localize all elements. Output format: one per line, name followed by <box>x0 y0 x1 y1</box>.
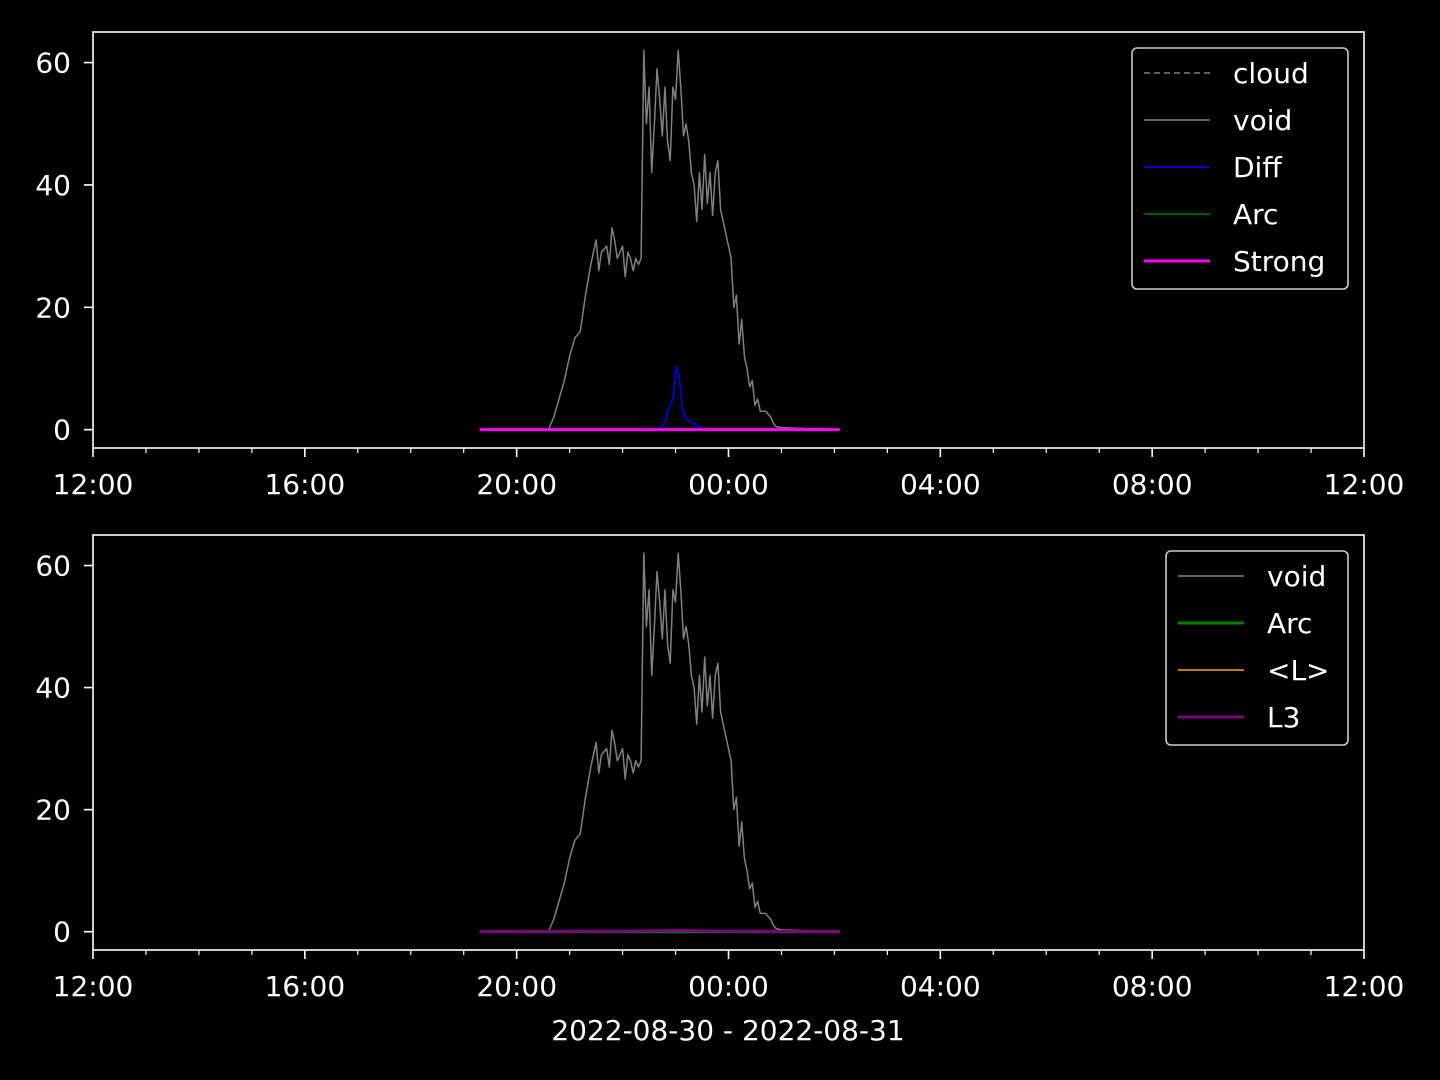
series-line-3 <box>479 929 840 934</box>
y-tick-label: 0 <box>53 916 71 949</box>
legend-label-3: L3 <box>1267 701 1300 734</box>
y-tick-label: 60 <box>35 550 71 583</box>
x-tick-label: 04:00 <box>900 970 981 1003</box>
x-tick-label: 12:00 <box>1324 970 1405 1003</box>
x-tick-label: 08:00 <box>1112 468 1193 501</box>
legend-label-1: void <box>1233 104 1292 137</box>
legend-label-0: void <box>1267 560 1326 593</box>
y-tick-label: 20 <box>35 291 71 324</box>
y-tick-label: 40 <box>35 169 71 202</box>
legend-label-2: <L> <box>1267 654 1330 687</box>
y-tick-label: 0 <box>53 414 71 447</box>
legend-label-2: Diff <box>1233 151 1282 184</box>
x-tick-label: 20:00 <box>476 468 557 501</box>
legend-label-3: Arc <box>1233 198 1278 231</box>
x-tick-label: 16:00 <box>264 970 345 1003</box>
legend-label-0: cloud <box>1233 57 1309 90</box>
x-tick-label: 00:00 <box>688 970 769 1003</box>
y-tick-label: 40 <box>35 672 71 705</box>
x-tick-label: 04:00 <box>900 468 981 501</box>
x-tick-label: 16:00 <box>264 468 345 501</box>
x-tick-label: 20:00 <box>476 970 557 1003</box>
x-tick-label: 12:00 <box>53 468 134 501</box>
x-tick-label: 00:00 <box>688 468 769 501</box>
y-tick-label: 60 <box>35 47 71 80</box>
x-tick-label: 12:00 <box>1324 468 1405 501</box>
y-tick-label: 20 <box>35 794 71 827</box>
legend: cloud void Diff Arc Strong <box>1131 47 1349 290</box>
figure: 12:00 16:00 20:00 00:00 04:00 08:00 12:00 0 20 40… <box>0 0 1440 1080</box>
x-tick-label: 08:00 <box>1112 970 1193 1003</box>
x-axis-label: 2022-08-30 - 2022-08-31 <box>551 1014 904 1047</box>
x-tick-label: 12:00 <box>53 970 134 1003</box>
legend-label-1: Arc <box>1267 607 1312 640</box>
legend: void Arc <L> L3 <box>1165 550 1349 746</box>
legend-label-4: Strong <box>1233 245 1325 278</box>
